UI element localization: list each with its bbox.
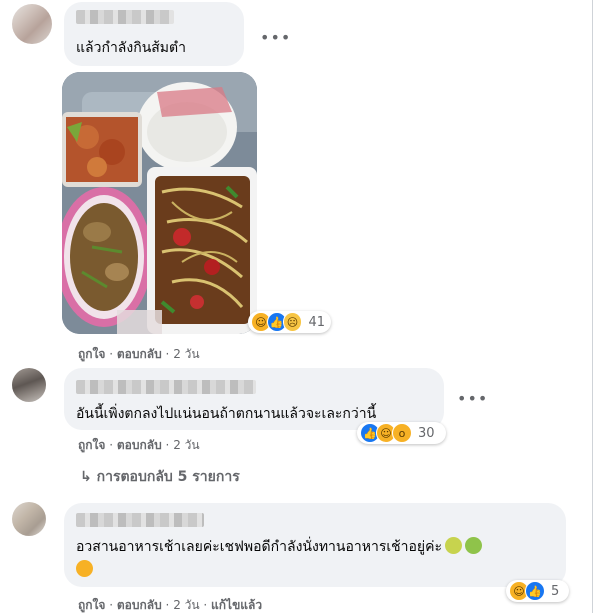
- laughing-face-icon: [76, 560, 93, 577]
- like-icon: 👍: [525, 581, 545, 601]
- reply-link[interactable]: ตอบกลับ: [117, 347, 162, 361]
- more-options-icon[interactable]: •••: [457, 389, 488, 408]
- wow-icon: o: [392, 423, 412, 443]
- like-link[interactable]: ถูกใจ: [78, 347, 105, 361]
- comment-text: อันนี้เพิ่งตกลงไปแน่นอนถ้าตกนานแล้วจะเละ…: [76, 406, 377, 422]
- comment-text: แล้วกำลังกินส้มตำ: [76, 40, 186, 56]
- reaction-count: 30: [418, 425, 435, 441]
- comment-text-line: [76, 560, 93, 579]
- commenter-name-blurred[interactable]: [76, 513, 204, 527]
- comment-actions: ถูกใจ · ตอบกลับ · 2 วัน: [78, 438, 200, 452]
- replies-label: การตอบกลับ 5 รายการ: [96, 469, 240, 485]
- avatar[interactable]: [12, 502, 46, 536]
- view-replies-link[interactable]: ↳ การตอบกลับ 5 รายการ: [80, 466, 240, 488]
- reaction-summary[interactable]: ☺ 👍 ☹ 41: [248, 311, 331, 333]
- like-link[interactable]: ถูกใจ: [78, 438, 105, 452]
- frame-border: [592, 0, 593, 613]
- comment-actions: ถูกใจ · ตอบกลับ · 2 วัน: [78, 347, 200, 361]
- vomiting-face-icon: [465, 537, 482, 554]
- edited-label[interactable]: แก้ไขแล้ว: [211, 598, 262, 612]
- timestamp[interactable]: 2 วัน: [173, 438, 199, 452]
- commenter-name-blurred[interactable]: [76, 10, 174, 24]
- commenter-name-blurred[interactable]: [76, 380, 256, 394]
- reaction-count: 5: [551, 583, 560, 599]
- reaction-summary[interactable]: ☺ 👍 5: [506, 580, 569, 602]
- like-link[interactable]: ถูกใจ: [78, 598, 105, 612]
- reply-arrow-icon: ↳: [80, 469, 92, 485]
- more-options-icon[interactable]: •••: [260, 28, 291, 47]
- reaction-summary[interactable]: 👍 ☺ o 30: [357, 422, 446, 444]
- comment-actions: ถูกใจ · ตอบกลับ · 2 วัน · แก้ไขแล้ว: [78, 598, 263, 612]
- avatar[interactable]: [12, 4, 52, 44]
- avatar[interactable]: [12, 368, 46, 402]
- timestamp[interactable]: 2 วัน: [173, 347, 199, 361]
- comment-text: อวสานอาหารเช้าเลยค่ะเชฟพอดีกำลังนั่งทานอ…: [76, 539, 442, 555]
- reply-link[interactable]: ตอบกลับ: [117, 438, 162, 452]
- sad-icon: ☹: [282, 312, 303, 332]
- reply-link[interactable]: ตอบกลับ: [117, 598, 162, 612]
- reaction-count: 41: [308, 314, 325, 330]
- timestamp[interactable]: 2 วัน: [173, 598, 199, 612]
- nauseated-face-icon: [445, 537, 462, 554]
- food-photo[interactable]: [62, 72, 257, 334]
- comment-text-line: อวสานอาหารเช้าเลยค่ะเชฟพอดีกำลังนั่งทานอ…: [76, 537, 482, 556]
